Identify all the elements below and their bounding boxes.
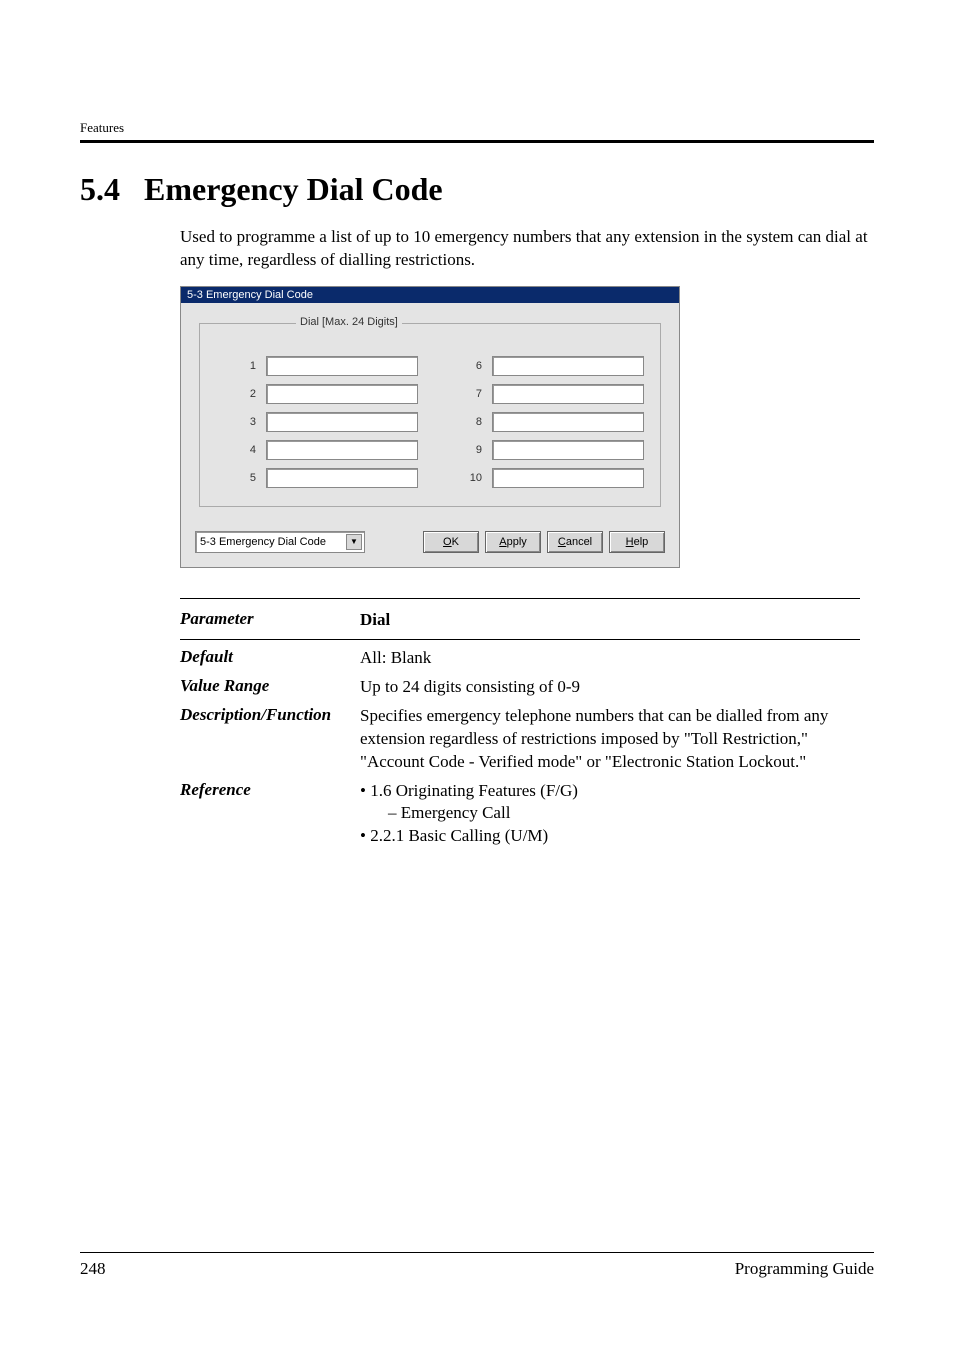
section-title: 5.4 Emergency Dial Code — [80, 171, 874, 208]
param-label: Parameter — [180, 609, 360, 629]
cancel-button[interactable]: Cancel — [547, 531, 603, 553]
dial-num: 10 — [442, 472, 482, 484]
dialog-titlebar: 5-3 Emergency Dial Code — [181, 287, 679, 303]
dial-input-10[interactable] — [492, 468, 644, 488]
dial-num: 7 — [442, 388, 482, 400]
header-rule — [80, 140, 874, 143]
dial-num: 9 — [442, 444, 482, 456]
dial-input-1[interactable] — [266, 356, 418, 376]
dialog-body: Dial [Max. 24 Digits] 1 2 3 — [181, 303, 679, 517]
param-label: Value Range — [180, 676, 360, 696]
dial-row: 6 — [442, 356, 644, 376]
ref-line: – Emergency Call — [360, 802, 860, 825]
footer-rule — [80, 1252, 874, 1253]
dial-input-4[interactable] — [266, 440, 418, 460]
dial-input-9[interactable] — [492, 440, 644, 460]
dial-row: 10 — [442, 468, 644, 488]
param-value: Up to 24 digits consisting of 0-9 — [360, 676, 860, 699]
dial-row: 2 — [216, 384, 418, 404]
table-row: Description/Function Specifies emergency… — [180, 702, 860, 777]
param-label: Reference — [180, 780, 360, 800]
parameter-table: Parameter Dial Default All: Blank Value … — [180, 598, 860, 851]
ok-button[interactable]: OK — [423, 531, 479, 553]
dial-num: 3 — [216, 416, 256, 428]
dial-num: 5 — [216, 472, 256, 484]
param-label: Default — [180, 647, 360, 667]
dial-column-right: 6 7 8 9 — [442, 356, 644, 488]
param-value: • 1.6 Originating Features (F/G) – Emerg… — [360, 780, 860, 849]
dial-input-8[interactable] — [492, 412, 644, 432]
dialog-window: 5-3 Emergency Dial Code Dial [Max. 24 Di… — [180, 286, 680, 568]
dialog-footer: 5-3 Emergency Dial Code ▼ OK Apply Cance… — [181, 517, 679, 567]
dial-row: 4 — [216, 440, 418, 460]
param-label: Description/Function — [180, 705, 360, 725]
dial-input-6[interactable] — [492, 356, 644, 376]
dial-input-3[interactable] — [266, 412, 418, 432]
footer-select[interactable]: 5-3 Emergency Dial Code ▼ — [195, 531, 365, 553]
dial-row: 9 — [442, 440, 644, 460]
ref-line: • 1.6 Originating Features (F/G) — [360, 780, 860, 803]
param-value: Dial — [360, 610, 390, 629]
dial-num: 4 — [216, 444, 256, 456]
dial-num: 1 — [216, 360, 256, 372]
dial-input-5[interactable] — [266, 468, 418, 488]
intro-paragraph: Used to programme a list of up to 10 eme… — [180, 226, 874, 272]
section-heading: Emergency Dial Code — [144, 171, 443, 207]
dial-column-left: 1 2 3 4 — [216, 356, 418, 488]
table-row: Reference • 1.6 Originating Features (F/… — [180, 777, 860, 852]
apply-button[interactable]: Apply — [485, 531, 541, 553]
ref-line: • 2.2.1 Basic Calling (U/M) — [360, 825, 860, 848]
dial-num: 2 — [216, 388, 256, 400]
dial-row: 3 — [216, 412, 418, 432]
group-label: Dial [Max. 24 Digits] — [296, 316, 402, 328]
dial-num: 8 — [442, 416, 482, 428]
dial-group-box: Dial [Max. 24 Digits] 1 2 3 — [199, 323, 661, 507]
dial-input-7[interactable] — [492, 384, 644, 404]
page-footer: 248 Programming Guide — [80, 1252, 874, 1279]
chevron-down-icon: ▼ — [346, 534, 362, 550]
param-value: Specifies emergency telephone numbers th… — [360, 705, 860, 774]
footer-select-text: 5-3 Emergency Dial Code — [200, 536, 326, 548]
dial-row: 1 — [216, 356, 418, 376]
table-row: Default All: Blank — [180, 644, 860, 673]
help-button[interactable]: Help — [609, 531, 665, 553]
table-row: Value Range Up to 24 digits consisting o… — [180, 673, 860, 702]
table-row: Parameter Dial — [180, 606, 860, 635]
dial-row: 5 — [216, 468, 418, 488]
doc-title: Programming Guide — [735, 1259, 874, 1279]
section-number: 5.4 — [80, 171, 120, 207]
dial-num: 6 — [442, 360, 482, 372]
param-value: All: Blank — [360, 647, 860, 670]
rule — [180, 598, 860, 599]
page-number: 248 — [80, 1259, 106, 1279]
dial-input-2[interactable] — [266, 384, 418, 404]
dial-row: 8 — [442, 412, 644, 432]
rule — [180, 639, 860, 640]
running-head: Features — [80, 120, 874, 136]
dial-row: 7 — [442, 384, 644, 404]
